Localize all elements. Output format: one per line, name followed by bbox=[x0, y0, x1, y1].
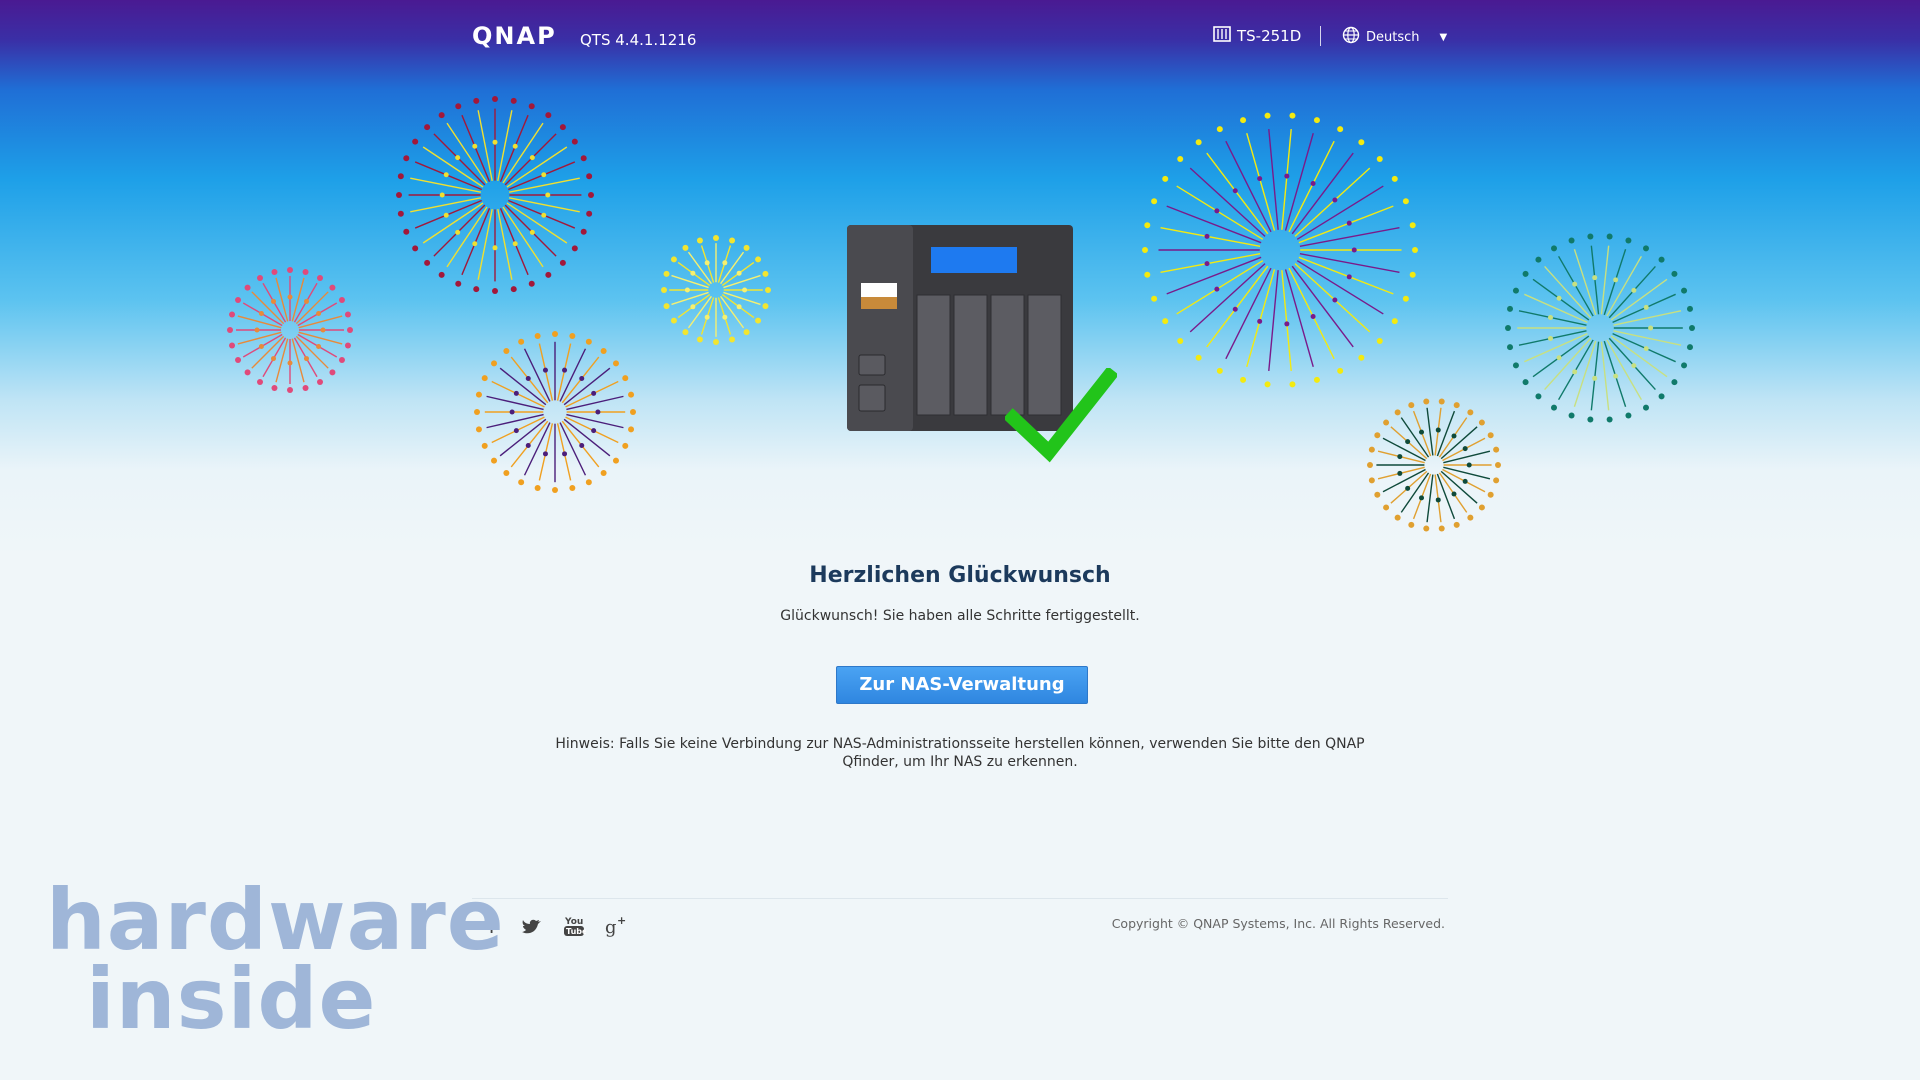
chevron-down-icon: ▼ bbox=[1439, 31, 1448, 43]
firework-burst bbox=[1502, 230, 1698, 430]
go-to-nas-management-button[interactable]: Zur NAS-Verwaltung bbox=[836, 666, 1088, 704]
firework-burst bbox=[658, 232, 774, 352]
svg-text:Tube: Tube bbox=[566, 927, 586, 936]
svg-text:+: + bbox=[617, 914, 626, 927]
firework-burst bbox=[1139, 109, 1421, 395]
youtube-icon[interactable]: You Tube bbox=[560, 912, 588, 940]
header-divider bbox=[1320, 26, 1321, 46]
firework-burst bbox=[471, 328, 639, 500]
page-title: Herzlichen Glückwunsch bbox=[809, 563, 1111, 588]
svg-text:g: g bbox=[605, 917, 617, 938]
watermark-line-2: inside bbox=[86, 950, 377, 1048]
google-plus-icon[interactable]: g + bbox=[602, 912, 630, 940]
watermark-line-1: hardware bbox=[46, 871, 505, 969]
top-bar: QNAP QTS 4.4.1.1216 TS-251D Deutsch ▼ bbox=[0, 0, 1920, 72]
hardware-inside-watermark: hardware inside bbox=[46, 871, 505, 1048]
firework-burst bbox=[393, 93, 597, 301]
firmware-version: QTS 4.4.1.1216 bbox=[580, 31, 697, 49]
nas-device-icon bbox=[1213, 26, 1231, 46]
model-name: TS-251D bbox=[1237, 27, 1302, 45]
globe-icon bbox=[1342, 26, 1360, 48]
model-indicator: TS-251D bbox=[1213, 26, 1301, 46]
language-selector[interactable]: Deutsch ▼ bbox=[1342, 26, 1447, 48]
language-label: Deutsch bbox=[1366, 29, 1420, 45]
success-message: Glückwunsch! Sie haben alle Schritte fer… bbox=[780, 608, 1140, 624]
twitter-icon[interactable] bbox=[518, 912, 546, 940]
firework-burst bbox=[1364, 395, 1504, 539]
qnap-logo: QNAP bbox=[472, 22, 557, 50]
firework-burst bbox=[224, 264, 356, 400]
check-mark-icon bbox=[1003, 366, 1119, 466]
copyright-text: Copyright © QNAP Systems, Inc. All Right… bbox=[1111, 916, 1445, 931]
hint-text: Hinweis: Falls Sie keine Verbindung zur … bbox=[555, 736, 1365, 770]
svg-text:You: You bbox=[564, 917, 583, 927]
footer-divider bbox=[472, 898, 1448, 899]
